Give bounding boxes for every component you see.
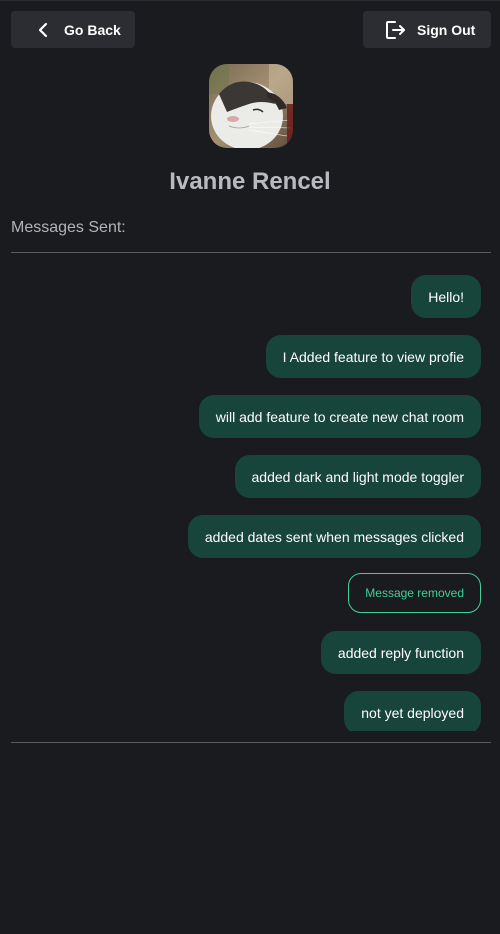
sign-out-button[interactable]: Sign Out [363, 11, 491, 48]
messages-sent-heading: Messages Sent: [11, 219, 126, 236]
message-bubble[interactable]: will add feature to create new chat room [198, 395, 481, 438]
profile-page: Go Back Sign Out Ivanne Rencel Messages … [0, 0, 500, 934]
go-back-button[interactable]: Go Back [11, 11, 135, 48]
avatar [209, 64, 293, 148]
message-list: Hello! I Added feature to view profie wi… [11, 253, 491, 731]
message-bubble[interactable]: Hello! [411, 275, 481, 318]
sign-out-label: Sign Out [417, 21, 476, 38]
message-bubble[interactable]: not yet deployed [344, 691, 481, 731]
message-bubble[interactable]: added dark and light mode toggler [234, 455, 481, 498]
message-bubble[interactable]: I Added feature to view profie [265, 335, 481, 378]
divider [11, 742, 491, 743]
top-bar: Go Back Sign Out [11, 11, 491, 48]
message-bubble[interactable]: added dates sent when messages clicked [187, 515, 481, 558]
profile-name: Ivanne Rencel [169, 168, 331, 195]
message-bubble[interactable]: added reply function [320, 631, 481, 674]
go-back-label: Go Back [64, 21, 121, 38]
removed-message-bubble[interactable]: Message removed [348, 573, 481, 613]
chevron-left-icon [37, 22, 49, 38]
sign-out-icon [384, 19, 406, 41]
